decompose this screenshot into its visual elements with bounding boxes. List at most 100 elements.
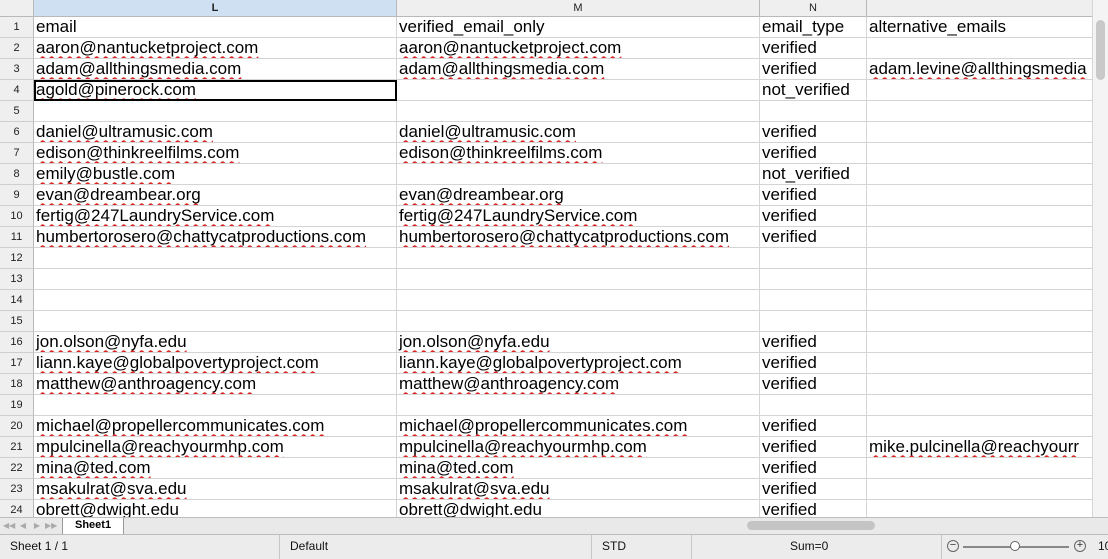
grid-cell[interactable]: obrett@dwight.edu bbox=[397, 500, 760, 517]
row-header[interactable]: 12 bbox=[0, 248, 34, 269]
grid-cell[interactable]: verified bbox=[760, 59, 867, 80]
grid-cell[interactable]: evan@dreambear.org bbox=[397, 185, 760, 206]
grid-cell[interactable] bbox=[867, 395, 1092, 416]
grid-cell[interactable] bbox=[867, 353, 1092, 374]
grid-cell[interactable]: verified bbox=[760, 500, 867, 517]
grid-cell[interactable]: michael@propellercommunicates.com bbox=[397, 416, 760, 437]
row-header[interactable]: 2 bbox=[0, 38, 34, 59]
row-header[interactable]: 7 bbox=[0, 143, 34, 164]
grid-cell[interactable] bbox=[867, 269, 1092, 290]
grid-cell[interactable]: email bbox=[34, 17, 397, 38]
row-header[interactable]: 4 bbox=[0, 80, 34, 101]
zoom-in-icon[interactable]: + bbox=[1074, 540, 1086, 552]
grid-cell[interactable]: michael@propellercommunicates.com bbox=[34, 416, 397, 437]
row-header[interactable]: 23 bbox=[0, 479, 34, 500]
row-header[interactable]: 10 bbox=[0, 206, 34, 227]
grid-cell[interactable] bbox=[397, 101, 760, 122]
grid-cell[interactable]: matthew@anthroagency.com bbox=[34, 374, 397, 395]
grid-cell[interactable]: verified bbox=[760, 122, 867, 143]
column-header[interactable]: N bbox=[760, 0, 867, 17]
grid-cell[interactable]: liann.kaye@globalpovertyproject.com bbox=[397, 353, 760, 374]
row-header[interactable]: 13 bbox=[0, 269, 34, 290]
grid-cell[interactable] bbox=[867, 227, 1092, 248]
grid-cell[interactable] bbox=[867, 416, 1092, 437]
row-header[interactable]: 16 bbox=[0, 332, 34, 353]
grid-cell[interactable]: adam@allthingsmedia.com bbox=[397, 59, 760, 80]
horizontal-scroll-thumb[interactable] bbox=[747, 521, 875, 530]
grid-cell[interactable]: jon.olson@nyfa.edu bbox=[397, 332, 760, 353]
grid-cell[interactable]: verified bbox=[760, 38, 867, 59]
grid-cell[interactable] bbox=[397, 248, 760, 269]
grid-cell[interactable] bbox=[760, 248, 867, 269]
grid-cell[interactable]: daniel@ultramusic.com bbox=[397, 122, 760, 143]
grid-cell[interactable]: verified bbox=[760, 374, 867, 395]
row-header[interactable]: 24 bbox=[0, 500, 34, 517]
spreadsheet-grid[interactable]: LMN 1 email verified_email_only email_type a… bbox=[0, 0, 1092, 517]
grid-cell[interactable] bbox=[867, 248, 1092, 269]
zoom-out-icon[interactable]: − bbox=[947, 540, 959, 552]
grid-cell[interactable] bbox=[397, 80, 760, 101]
select-all-corner[interactable] bbox=[0, 0, 34, 17]
grid-cell[interactable]: humbertorosero@chattycatproductions.com bbox=[397, 227, 760, 248]
prev-sheet-icon[interactable]: ◀ bbox=[17, 520, 29, 532]
grid-cell[interactable]: verified bbox=[760, 416, 867, 437]
grid-cell[interactable] bbox=[397, 311, 760, 332]
zoom-level[interactable]: 10 bbox=[1098, 535, 1108, 558]
row-header[interactable]: 22 bbox=[0, 458, 34, 479]
vertical-scroll-thumb[interactable] bbox=[1096, 20, 1105, 80]
grid-cell[interactable]: aaron@nantucketproject.com bbox=[397, 38, 760, 59]
row-header[interactable]: 20 bbox=[0, 416, 34, 437]
grid-cell[interactable]: not_verified bbox=[760, 164, 867, 185]
grid-cell[interactable] bbox=[867, 332, 1092, 353]
grid-cell[interactable] bbox=[867, 479, 1092, 500]
row-header[interactable]: 8 bbox=[0, 164, 34, 185]
grid-cell[interactable]: obrett@dwight.edu bbox=[34, 500, 397, 517]
grid-cell[interactable] bbox=[867, 164, 1092, 185]
grid-cell[interactable]: verified bbox=[760, 437, 867, 458]
grid-cell[interactable] bbox=[867, 290, 1092, 311]
grid-cell[interactable] bbox=[867, 206, 1092, 227]
page-style[interactable]: Default bbox=[280, 535, 592, 559]
row-header[interactable]: 15 bbox=[0, 311, 34, 332]
grid-cell[interactable] bbox=[34, 101, 397, 122]
grid-cell[interactable]: liann.kaye@globalpovertyproject.com bbox=[34, 353, 397, 374]
selection-mode[interactable]: STD bbox=[592, 535, 692, 559]
row-header[interactable]: 19 bbox=[0, 395, 34, 416]
first-sheet-icon[interactable]: ◀◀ bbox=[3, 520, 15, 532]
grid-cell[interactable]: verified bbox=[760, 143, 867, 164]
column-header[interactable]: L bbox=[34, 0, 397, 17]
grid-cell[interactable]: verified bbox=[760, 227, 867, 248]
column-header[interactable]: M bbox=[397, 0, 760, 17]
grid-cell[interactable] bbox=[867, 80, 1092, 101]
grid-cell[interactable]: fertig@247LaundryService.com bbox=[34, 206, 397, 227]
grid-cell[interactable] bbox=[760, 311, 867, 332]
grid-cell[interactable]: jon.olson@nyfa.edu bbox=[34, 332, 397, 353]
grid-cell[interactable] bbox=[867, 101, 1092, 122]
grid-cell[interactable] bbox=[397, 395, 760, 416]
grid-cell[interactable] bbox=[34, 395, 397, 416]
grid-cell[interactable]: fertig@247LaundryService.com bbox=[397, 206, 760, 227]
row-header[interactable]: 9 bbox=[0, 185, 34, 206]
grid-cell[interactable] bbox=[34, 269, 397, 290]
sheet-tab[interactable]: Sheet1 bbox=[62, 518, 125, 535]
last-sheet-icon[interactable]: ▶▶ bbox=[45, 520, 57, 532]
grid-cell[interactable] bbox=[867, 185, 1092, 206]
row-header[interactable]: 5 bbox=[0, 101, 34, 122]
row-header[interactable]: 21 bbox=[0, 437, 34, 458]
grid-cell[interactable]: adam.levine@allthingsmedia bbox=[867, 59, 1092, 80]
column-header[interactable] bbox=[867, 0, 1092, 17]
grid-cell[interactable]: msakulrat@sva.edu bbox=[34, 479, 397, 500]
grid-cell[interactable]: mina@ted.com bbox=[397, 458, 760, 479]
grid-cell[interactable] bbox=[397, 269, 760, 290]
grid-cell[interactable]: adam@allthingsmedia.com bbox=[34, 59, 397, 80]
grid-cell[interactable]: emily@bustle.com bbox=[34, 164, 397, 185]
grid-cell[interactable]: edison@thinkreelfilms.com bbox=[397, 143, 760, 164]
grid-cell[interactable]: msakulrat@sva.edu bbox=[397, 479, 760, 500]
grid-cell[interactable]: mike.pulcinella@reachyourr bbox=[867, 437, 1092, 458]
zoom-slider-handle[interactable] bbox=[1010, 541, 1020, 551]
grid-cell[interactable] bbox=[867, 458, 1092, 479]
grid-cell[interactable]: aaron@nantucketproject.com bbox=[34, 38, 397, 59]
grid-cell[interactable]: agold@pinerock.com bbox=[34, 80, 397, 101]
vertical-scrollbar[interactable] bbox=[1092, 0, 1108, 517]
grid-cell[interactable] bbox=[760, 101, 867, 122]
